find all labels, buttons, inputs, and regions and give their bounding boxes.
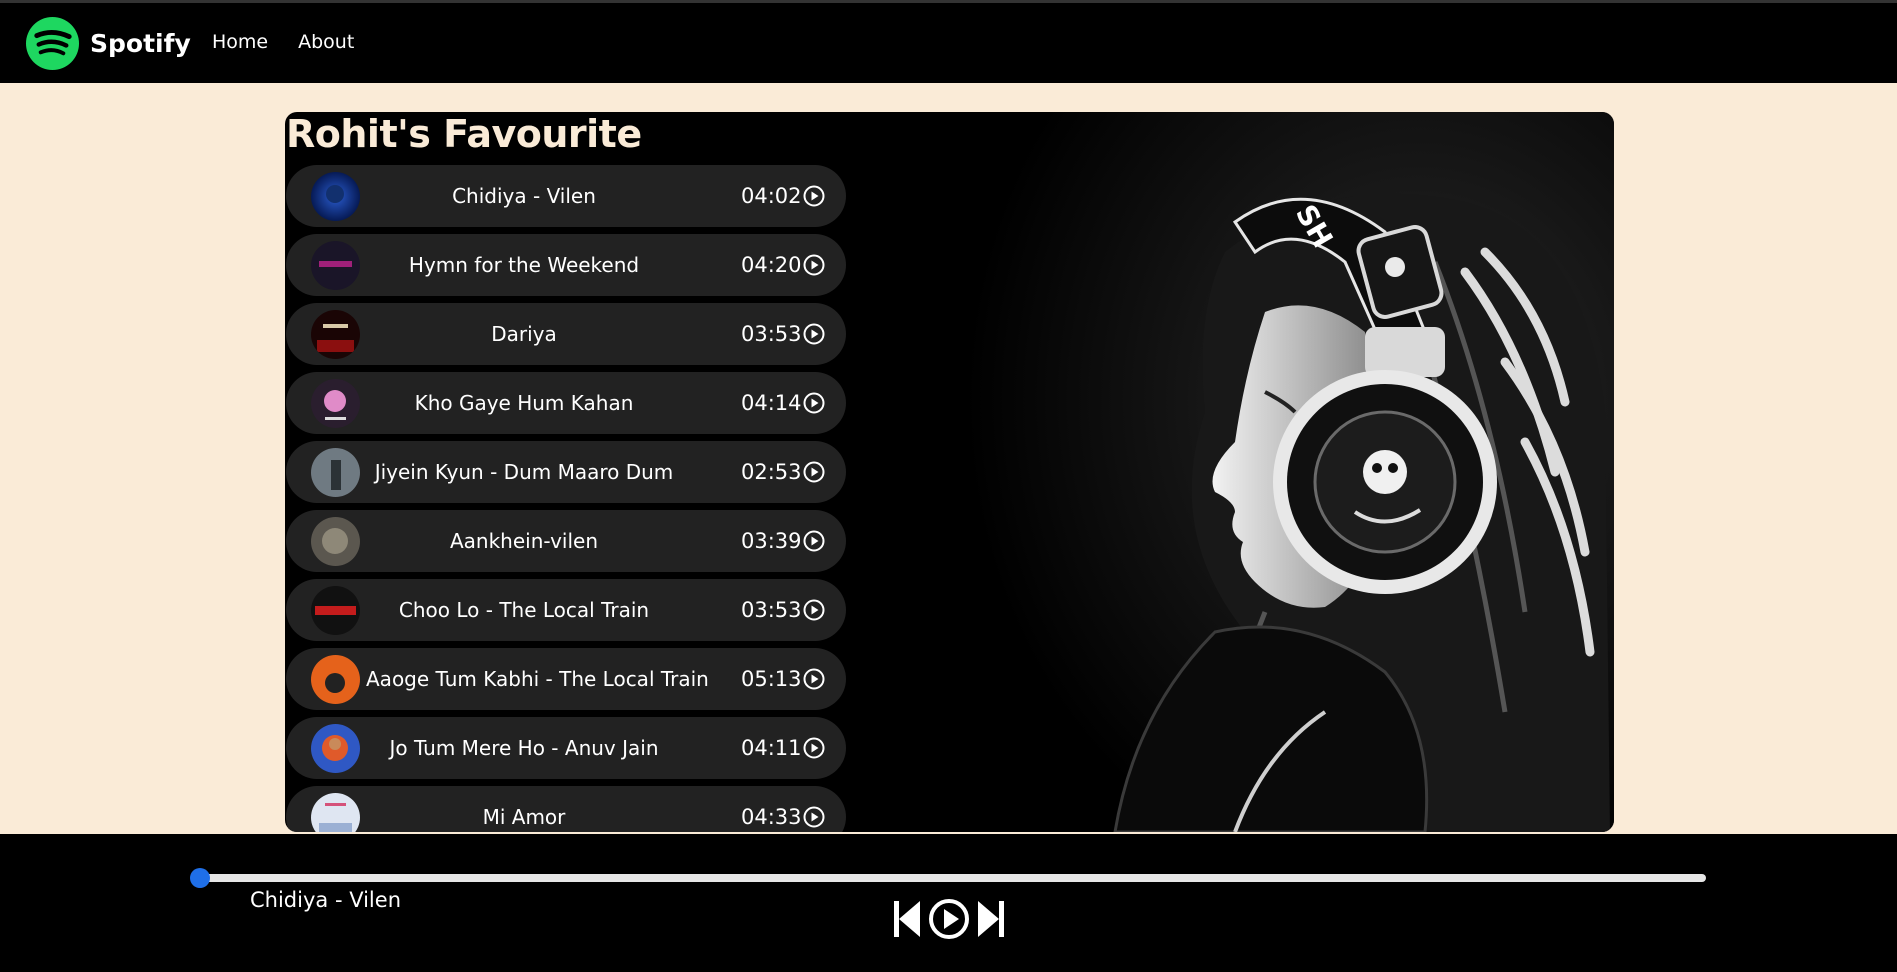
brand[interactable]: Spotify bbox=[25, 16, 191, 71]
song-item[interactable]: Kho Gaye Hum Kahan 04:14 bbox=[286, 372, 846, 434]
song-title: Aaoge Tum Kabhi - The Local Train bbox=[366, 667, 709, 691]
brand-name: Spotify bbox=[90, 29, 191, 58]
song-duration: 03:53 bbox=[741, 322, 802, 346]
album-cover-image bbox=[311, 241, 360, 290]
song-duration: 04:14 bbox=[741, 391, 802, 415]
song-item[interactable]: Hymn for the Weekend 04:20 bbox=[286, 234, 846, 296]
album-cover-image bbox=[311, 655, 360, 704]
playlist-title: Rohit's Favourite bbox=[286, 112, 642, 156]
song-item[interactable]: Chidiya - Vilen 04:02 bbox=[286, 165, 846, 227]
song-duration: 05:13 bbox=[741, 667, 802, 691]
song-duration: 04:20 bbox=[741, 253, 802, 277]
progress-slider-track[interactable] bbox=[200, 874, 1706, 882]
song-title: Kho Gaye Hum Kahan bbox=[414, 391, 634, 415]
play-circle-icon[interactable] bbox=[803, 668, 825, 690]
song-title: Jo Tum Mere Ho - Anuv Jain bbox=[389, 736, 659, 760]
album-cover-image bbox=[311, 448, 360, 497]
play-circle-icon[interactable] bbox=[803, 323, 825, 345]
song-item[interactable]: Aankhein-vilen 03:39 bbox=[286, 510, 846, 572]
play-circle-icon[interactable] bbox=[803, 806, 825, 828]
main-nav: Home About bbox=[212, 31, 354, 53]
play-pause-icon[interactable] bbox=[928, 898, 970, 940]
song-title: Jiyein Kyun - Dum Maaro Dum bbox=[374, 460, 674, 484]
play-circle-icon[interactable] bbox=[803, 599, 825, 621]
song-item[interactable]: Choo Lo - The Local Train 03:53 bbox=[286, 579, 846, 641]
song-duration: 03:39 bbox=[741, 529, 802, 553]
song-item[interactable]: Jiyein Kyun - Dum Maaro Dum 02:53 bbox=[286, 441, 846, 503]
play-circle-icon[interactable] bbox=[803, 737, 825, 759]
album-cover-image bbox=[311, 172, 360, 221]
song-title: Dariya bbox=[491, 322, 557, 346]
album-cover-image bbox=[311, 310, 360, 359]
playlist-container: Rohit's Favourite Chidiya - Vilen 04:02 … bbox=[285, 112, 1614, 832]
song-item[interactable]: Aaoge Tum Kabhi - The Local Train 05:13 bbox=[286, 648, 846, 710]
song-item[interactable]: Mi Amor 04:33 bbox=[286, 786, 846, 832]
song-title: Mi Amor bbox=[482, 805, 566, 829]
song-duration: 04:33 bbox=[741, 805, 802, 829]
nav-about-link[interactable]: About bbox=[298, 31, 354, 53]
hero-headphones-image: SH bbox=[965, 112, 1614, 832]
song-duration: 03:53 bbox=[741, 598, 802, 622]
spotify-logo-icon bbox=[25, 16, 80, 71]
song-item[interactable]: Dariya 03:53 bbox=[286, 303, 846, 365]
nav-home-link[interactable]: Home bbox=[212, 31, 268, 53]
album-cover-image bbox=[311, 586, 360, 635]
play-circle-icon[interactable] bbox=[803, 254, 825, 276]
song-title: Choo Lo - The Local Train bbox=[398, 598, 650, 622]
song-title: Hymn for the Weekend bbox=[408, 253, 640, 277]
song-title: Aankhein-vilen bbox=[449, 529, 599, 553]
top-navbar: Spotify Home About bbox=[0, 0, 1897, 83]
album-cover-image bbox=[311, 793, 360, 832]
play-circle-icon[interactable] bbox=[803, 392, 825, 414]
next-track-icon[interactable] bbox=[976, 899, 1006, 939]
album-cover-image bbox=[311, 517, 360, 566]
playback-controls bbox=[892, 898, 1006, 940]
song-title: Chidiya - Vilen bbox=[452, 184, 596, 208]
song-item[interactable]: Jo Tum Mere Ho - Anuv Jain 04:11 bbox=[286, 717, 846, 779]
song-duration: 04:11 bbox=[741, 736, 802, 760]
song-duration: 02:53 bbox=[741, 460, 802, 484]
album-cover-image bbox=[311, 724, 360, 773]
album-cover-image bbox=[311, 379, 360, 428]
previous-track-icon[interactable] bbox=[892, 899, 922, 939]
player-bar: Chidiya - Vilen bbox=[0, 834, 1897, 972]
progress-slider-thumb[interactable] bbox=[190, 868, 210, 888]
song-duration: 04:02 bbox=[741, 184, 802, 208]
song-list: Chidiya - Vilen 04:02 Hymn for the Weeke… bbox=[286, 165, 846, 832]
now-playing-title: Chidiya - Vilen bbox=[250, 888, 401, 912]
play-circle-icon[interactable] bbox=[803, 185, 825, 207]
play-circle-icon[interactable] bbox=[803, 461, 825, 483]
play-circle-icon[interactable] bbox=[803, 530, 825, 552]
